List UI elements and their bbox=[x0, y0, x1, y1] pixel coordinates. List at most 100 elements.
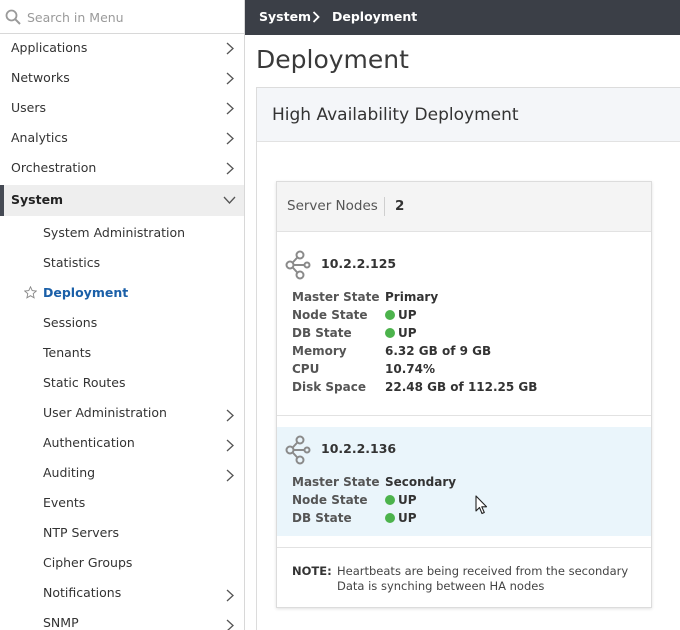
server-node-primary[interactable]: 10.2.2.125 Master State Primary Node Sta… bbox=[277, 232, 651, 416]
sidebar-item-label: Networks bbox=[11, 70, 70, 85]
server-node-secondary[interactable]: 10.2.2.136 Master State Secondary Node S… bbox=[277, 427, 651, 536]
node-state-text: UP bbox=[398, 308, 417, 322]
memory-value: 6.32 GB of 9 GB bbox=[385, 344, 492, 358]
mouse-cursor-icon bbox=[475, 495, 488, 515]
node-state-value: UP bbox=[385, 308, 417, 322]
sidebar-subitem-label: Auditing bbox=[43, 465, 96, 480]
note-text: Heartbeats are being received from the s… bbox=[337, 564, 628, 594]
master-state-label: Master State bbox=[292, 290, 380, 304]
db-state-label: DB State bbox=[292, 326, 352, 340]
sidebar-subitem-authentication[interactable]: Authentication bbox=[0, 428, 244, 458]
app-root: Applications Networks Users Analytics Or… bbox=[0, 0, 680, 630]
sidebar-subitem-label: Tenants bbox=[43, 345, 92, 360]
panel-title: High Availability Deployment bbox=[272, 105, 519, 125]
sidebar-subitem-label: Sessions bbox=[43, 315, 98, 330]
sidebar-item-label: Applications bbox=[11, 40, 88, 55]
sidebar-subitem-snmp[interactable]: SNMP bbox=[0, 608, 244, 630]
sidebar-item-applications[interactable]: Applications bbox=[0, 33, 244, 63]
sidebar-subitem-auditing[interactable]: Auditing bbox=[0, 458, 244, 488]
search-input[interactable] bbox=[27, 6, 237, 28]
sidebar-item-label: Users bbox=[11, 100, 47, 115]
breadcrumb: System Deployment bbox=[245, 0, 680, 35]
sidebar-subitem-label: SNMP bbox=[43, 615, 79, 630]
sidebar-subitem-tenants[interactable]: Tenants bbox=[0, 338, 244, 368]
master-state-label: Master State bbox=[292, 475, 380, 489]
chevron-right-icon bbox=[226, 589, 234, 602]
card-header: Server Nodes 2 bbox=[277, 182, 651, 232]
cpu-value: 10.74% bbox=[385, 362, 435, 376]
chevron-right-icon bbox=[226, 469, 234, 482]
card-title: Server Nodes bbox=[287, 198, 378, 214]
db-state-text: UP bbox=[398, 511, 417, 525]
db-state-value: UP bbox=[385, 326, 417, 340]
sidebar-subitem-system-administration[interactable]: System Administration bbox=[0, 218, 244, 248]
search-icon bbox=[5, 9, 21, 25]
sidebar-subitem-label: Events bbox=[43, 495, 86, 510]
breadcrumb-parent-link[interactable]: System bbox=[259, 9, 311, 24]
sidebar-subitem-label: Statistics bbox=[43, 255, 101, 270]
status-up-icon bbox=[385, 513, 395, 523]
sidebar-item-orchestration[interactable]: Orchestration bbox=[0, 153, 244, 183]
sidebar-subitem-label: Static Routes bbox=[43, 375, 126, 390]
status-up-icon bbox=[385, 310, 395, 320]
sidebar-subitem-user-administration[interactable]: User Administration bbox=[0, 398, 244, 428]
chevron-right-icon bbox=[226, 102, 234, 115]
note-line-sync: Data is synching between HA nodes bbox=[337, 579, 545, 593]
server-nodes-card: Server Nodes 2 10.2.2.125 Master State P… bbox=[276, 181, 652, 608]
ha-note: NOTE: Heartbeats are being received from… bbox=[277, 547, 651, 608]
sidebar-item-system[interactable]: System bbox=[0, 185, 244, 216]
db-state-text: UP bbox=[398, 326, 417, 340]
master-state-value: Secondary bbox=[385, 475, 457, 489]
sidebar-subitem-events[interactable]: Events bbox=[0, 488, 244, 518]
sidebar-item-label: Orchestration bbox=[11, 160, 97, 175]
sidebar-subitem-sessions[interactable]: Sessions bbox=[0, 308, 244, 338]
sidebar-subitem-label: Notifications bbox=[43, 585, 122, 600]
sidebar: Applications Networks Users Analytics Or… bbox=[0, 0, 245, 630]
chevron-right-icon bbox=[226, 132, 234, 145]
sidebar-subitem-label: Authentication bbox=[43, 435, 135, 450]
sidebar-subitem-label: Deployment bbox=[43, 285, 129, 300]
cpu-label: CPU bbox=[292, 362, 320, 376]
sidebar-item-label: System bbox=[11, 192, 64, 207]
note-label: NOTE: bbox=[292, 564, 332, 578]
sidebar-subitem-cipher-groups[interactable]: Cipher Groups bbox=[0, 548, 244, 578]
chevron-right-icon bbox=[226, 409, 234, 422]
sidebar-item-users[interactable]: Users bbox=[0, 93, 244, 123]
sidebar-subitem-ntp-servers[interactable]: NTP Servers bbox=[0, 518, 244, 548]
note-line-heartbeat: Heartbeats are being received from the s… bbox=[337, 564, 629, 578]
sidebar-subitem-notifications[interactable]: Notifications bbox=[0, 578, 244, 608]
sidebar-subitem-deployment[interactable]: Deployment bbox=[0, 278, 244, 308]
chevron-right-icon bbox=[226, 619, 234, 630]
panel-header: High Availability Deployment bbox=[257, 88, 680, 142]
sidebar-item-analytics[interactable]: Analytics bbox=[0, 123, 244, 153]
chevron-down-icon bbox=[223, 196, 236, 204]
sidebar-item-label: Analytics bbox=[11, 130, 68, 145]
node-state-value: UP bbox=[385, 493, 417, 507]
memory-label: Memory bbox=[292, 344, 347, 358]
sidebar-subitem-label: User Administration bbox=[43, 405, 167, 420]
status-up-icon bbox=[385, 495, 395, 505]
sidebar-subitem-label: Cipher Groups bbox=[43, 555, 133, 570]
sidebar-subitem-label: NTP Servers bbox=[43, 525, 120, 540]
star-icon[interactable] bbox=[24, 286, 37, 299]
node-ip: 10.2.2.125 bbox=[321, 256, 397, 271]
node-state-label: Node State bbox=[292, 493, 368, 507]
chevron-right-icon bbox=[226, 42, 234, 55]
page-title: Deployment bbox=[256, 45, 409, 74]
node-state-text: UP bbox=[398, 493, 417, 507]
db-state-value: UP bbox=[385, 511, 417, 525]
chevron-right-icon bbox=[226, 72, 234, 85]
chevron-right-icon bbox=[226, 162, 234, 175]
breadcrumb-current: Deployment bbox=[332, 9, 418, 24]
db-state-label: DB State bbox=[292, 511, 352, 525]
disk-space-value: 22.48 GB of 112.25 GB bbox=[385, 380, 538, 394]
master-state-value: Primary bbox=[385, 290, 439, 304]
sidebar-subitem-label: System Administration bbox=[43, 225, 186, 240]
share-nodes-icon bbox=[285, 250, 311, 280]
chevron-right-icon bbox=[312, 11, 320, 23]
status-up-icon bbox=[385, 328, 395, 338]
sidebar-subitem-static-routes[interactable]: Static Routes bbox=[0, 368, 244, 398]
share-nodes-icon bbox=[285, 435, 311, 465]
sidebar-item-networks[interactable]: Networks bbox=[0, 63, 244, 93]
sidebar-subitem-statistics[interactable]: Statistics bbox=[0, 248, 244, 278]
